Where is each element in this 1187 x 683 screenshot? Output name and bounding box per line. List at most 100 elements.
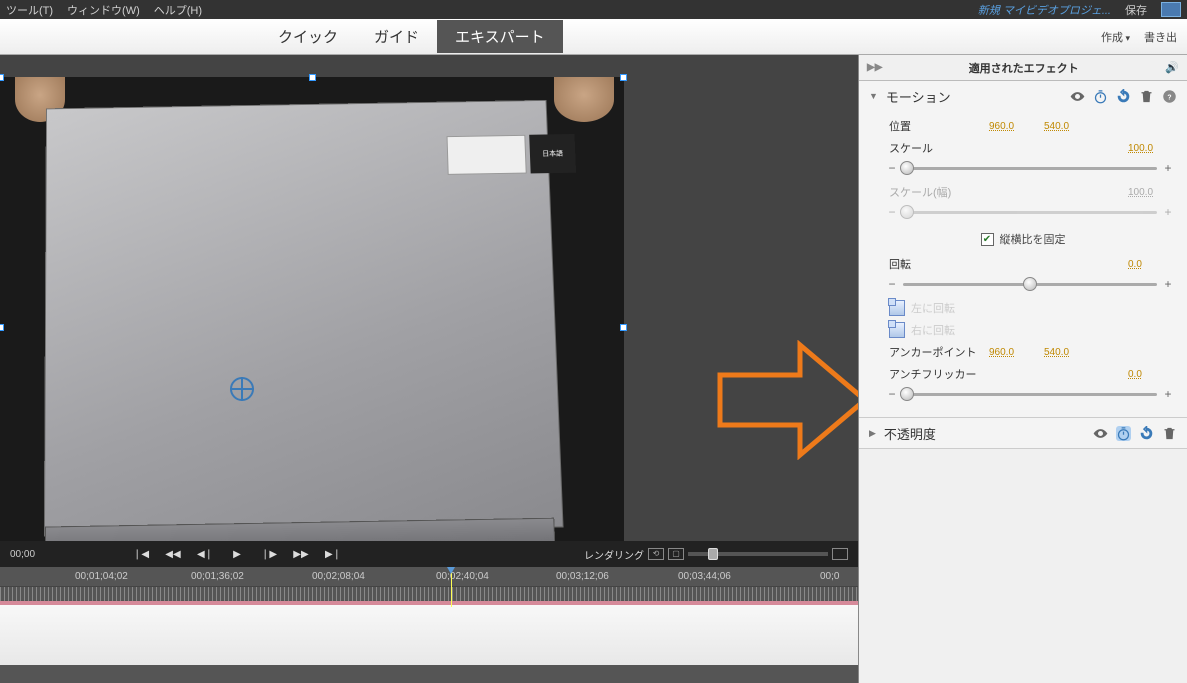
ruler-tick: 00;02;40;04	[436, 571, 489, 582]
fullscreen-icon[interactable]	[832, 548, 848, 560]
panel-title: 適用されたエフェクト	[882, 60, 1165, 76]
safe-margin-toggle[interactable]: ▢	[668, 548, 684, 560]
rotation-value[interactable]: 0.0	[1128, 259, 1173, 270]
playhead[interactable]	[451, 567, 452, 607]
create-dropdown[interactable]: 作成	[1101, 29, 1130, 45]
antiflicker-inc[interactable]: +	[1163, 387, 1173, 401]
time-ruler[interactable]: 00;01;04;02 00;01;36;02 00;02;08;04 00;0…	[0, 567, 858, 587]
tab-quick[interactable]: クイック	[260, 20, 356, 53]
ruler-tick: 00;01;36;02	[191, 571, 244, 582]
section-opacity-header[interactable]: ▶ 不透明度	[859, 418, 1187, 448]
stopwatch-icon[interactable]	[1093, 89, 1108, 104]
help-icon[interactable]: ?	[1162, 89, 1177, 104]
eye-icon[interactable]	[1093, 426, 1108, 441]
export-button[interactable]: 書き出	[1144, 29, 1177, 45]
prop-scale-w: スケール(幅) 100.0	[859, 181, 1187, 203]
panel-header: ▶▶ 適用されたエフェクト 🔊	[859, 55, 1187, 81]
rotation-inc[interactable]: +	[1163, 277, 1173, 291]
scale-w-value: 100.0	[1128, 187, 1173, 198]
scale-inc[interactable]: +	[1163, 161, 1173, 175]
anchor-x[interactable]: 960.0	[989, 347, 1034, 358]
section-motion: ▼ モーション ? 位置 960.0 540.0 スケール 100.0 − +	[859, 81, 1187, 418]
scale-dec[interactable]: −	[887, 161, 897, 175]
prop-anchor: アンカーポイント 960.0 540.0	[859, 341, 1187, 363]
scale-slider-row: − +	[859, 159, 1187, 181]
trash-icon[interactable]	[1162, 426, 1177, 441]
tab-expert[interactable]: エキスパート	[437, 20, 563, 53]
timeline[interactable]: 00;01;04;02 00;01;36;02 00;02;08;04 00;0…	[0, 567, 858, 683]
zoom-slider[interactable]	[688, 552, 828, 556]
svg-text:?: ?	[1167, 94, 1171, 101]
tab-guide[interactable]: ガイド	[356, 20, 437, 53]
rotate-left-icon	[889, 300, 905, 316]
scale-w-slider	[903, 211, 1157, 214]
lock-aspect-label: 縦横比を固定	[1000, 231, 1066, 247]
tick-marks	[0, 587, 858, 601]
clip-frame[interactable]: 日本語	[0, 77, 624, 541]
goto-end-button[interactable]: ▶❘	[322, 546, 344, 562]
workspace: 日本語 00;00 ❘◀ ◀◀	[0, 55, 858, 683]
scale-value[interactable]: 100.0	[1128, 143, 1173, 154]
lock-aspect-checkbox[interactable]: ✔	[981, 233, 994, 246]
antiflicker-value[interactable]: 0.0	[1128, 369, 1173, 380]
next-frame-button[interactable]: ▶▶	[290, 546, 312, 562]
prop-antiflicker: アンチフリッカー 0.0	[859, 363, 1187, 385]
eye-icon[interactable]	[1070, 89, 1085, 104]
preview-monitor[interactable]: 日本語	[0, 55, 858, 541]
save-button[interactable]: 保存	[1125, 2, 1147, 18]
hand-right	[554, 77, 614, 122]
project-name[interactable]: 新規 マイビデオプロジェ...	[978, 2, 1111, 18]
reset-icon[interactable]	[1139, 426, 1154, 441]
transport-bar: 00;00 ❘◀ ◀◀ ◀❘ ▶ ❘▶ ▶▶ ▶❘ レンダリング ⟲ ▢	[0, 541, 858, 567]
video-track[interactable]	[0, 605, 858, 665]
menubar: ツール(T) ウィンドウ(W) ヘルプ(H) 新規 マイビデオプロジェ... 保…	[0, 0, 1187, 19]
antiflicker-dec[interactable]: −	[887, 387, 897, 401]
anchor-point-icon[interactable]	[230, 377, 254, 401]
menu-window[interactable]: ウィンドウ(W)	[67, 2, 140, 18]
trash-icon[interactable]	[1139, 89, 1154, 104]
ruler-tick: 00;02;08;04	[312, 571, 365, 582]
prop-rotation: 回転 0.0	[859, 253, 1187, 275]
ruler-tick: 00;01;04;02	[75, 571, 128, 582]
disclosure-icon[interactable]: ▶	[869, 428, 876, 439]
scale-slider[interactable]	[903, 167, 1157, 170]
antiflicker-slider-row: − +	[859, 385, 1187, 407]
menu-tools[interactable]: ツール(T)	[6, 2, 53, 18]
rotation-dec[interactable]: −	[887, 277, 897, 291]
anchor-y[interactable]: 540.0	[1044, 347, 1089, 358]
section-opacity: ▶ 不透明度	[859, 418, 1187, 449]
lock-aspect-row: ✔ 縦横比を固定	[859, 225, 1187, 253]
prop-scale: スケール 100.0	[859, 137, 1187, 159]
play-button[interactable]: ▶	[226, 546, 248, 562]
rotate-right-button[interactable]: 右に回転	[859, 319, 1187, 341]
menu-help[interactable]: ヘルプ(H)	[154, 2, 202, 18]
position-y[interactable]: 540.0	[1044, 121, 1089, 132]
panel-collapse-button[interactable]: ▶▶	[867, 62, 882, 73]
goto-start-button[interactable]: ❘◀	[130, 546, 152, 562]
rotate-right-icon	[889, 322, 905, 338]
position-x[interactable]: 960.0	[989, 121, 1034, 132]
step-back-button[interactable]: ◀❘	[194, 546, 216, 562]
section-motion-name: モーション	[886, 87, 1062, 106]
annotation-arrow	[715, 340, 858, 460]
antiflicker-slider[interactable]	[903, 393, 1157, 396]
timecode[interactable]: 00;00	[10, 549, 70, 560]
rotate-left-button[interactable]: 左に回転	[859, 297, 1187, 319]
loop-toggle[interactable]: ⟲	[648, 548, 664, 560]
render-label[interactable]: レンダリング	[584, 547, 644, 562]
step-fwd-button[interactable]: ❘▶	[258, 546, 280, 562]
ruler-tick: 00;03;44;06	[678, 571, 731, 582]
device-top: 日本語	[44, 100, 564, 537]
tabbar: クイック ガイド エキスパート 作成 書き出	[0, 19, 1187, 55]
effects-panel: ▶▶ 適用されたエフェクト 🔊 ▼ モーション ? 位置 960.0 540.0…	[858, 55, 1187, 683]
reset-icon[interactable]	[1116, 89, 1131, 104]
rotation-slider-row: − +	[859, 275, 1187, 297]
audio-icon[interactable]: 🔊	[1165, 61, 1179, 75]
fullscreen-preview-icon[interactable]	[1161, 2, 1181, 17]
section-motion-header[interactable]: ▼ モーション ?	[859, 81, 1187, 111]
disclosure-icon[interactable]: ▼	[869, 91, 878, 101]
ruler-tick: 00;0	[820, 571, 839, 582]
stopwatch-icon[interactable]	[1116, 426, 1131, 441]
rotation-slider[interactable]	[903, 283, 1157, 286]
prev-frame-button[interactable]: ◀◀	[162, 546, 184, 562]
